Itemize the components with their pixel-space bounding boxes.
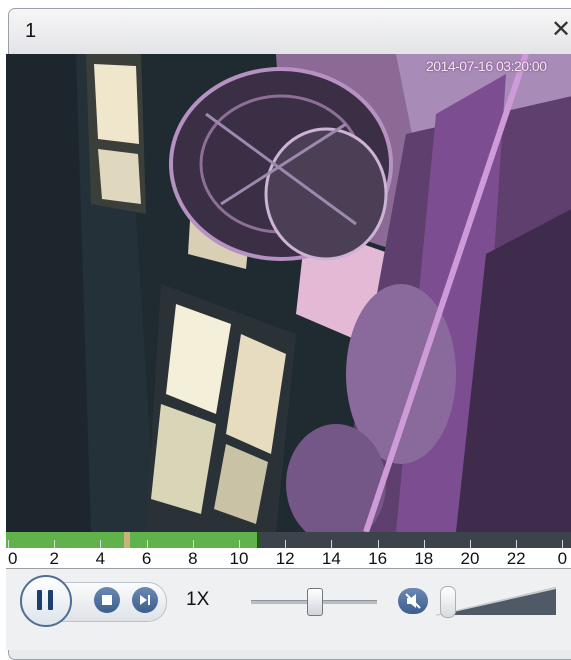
pause-icon — [37, 590, 42, 610]
timeline-tick — [192, 540, 194, 548]
stop-button[interactable] — [94, 587, 120, 613]
timeline-tick — [423, 540, 425, 548]
scale-label: 4 — [95, 549, 106, 568]
scale-label: 12 — [275, 549, 295, 568]
timeline-tick — [331, 540, 333, 548]
timeline-tick — [470, 540, 471, 548]
scale-label: 10 — [229, 549, 249, 568]
timeline-cursor[interactable] — [257, 532, 259, 548]
step-forward-button[interactable] — [132, 587, 158, 613]
timeline-tick — [285, 540, 287, 548]
speaker-icon — [405, 593, 421, 609]
volume-slider-thumb[interactable] — [440, 586, 456, 618]
volume-button[interactable] — [398, 588, 428, 614]
speed-slider-thumb[interactable] — [307, 588, 323, 616]
scale-label: 14 — [321, 549, 341, 568]
window-title: 1 — [25, 20, 37, 42]
scale-label: 18 — [414, 549, 434, 568]
timeline-marker — [123, 532, 130, 548]
timeline-tick — [100, 540, 102, 548]
pause-button[interactable] — [20, 575, 72, 627]
close-icon[interactable]: ✕ — [551, 15, 571, 43]
step-forward-icon — [140, 595, 150, 605]
timeline-tick — [146, 540, 148, 548]
timeline-scale: 0 2 4 6 8 10 12 14 16 18 20 22 0 — [6, 548, 571, 569]
scale-label: 2 — [49, 549, 59, 568]
scale-label: 0 — [8, 549, 18, 568]
timeline-tick — [8, 540, 9, 548]
scale-label: 8 — [188, 549, 198, 568]
control-panel: 1X — [6, 569, 571, 650]
speed-label: 1X — [186, 589, 210, 610]
scale-label: 6 — [141, 549, 152, 568]
scale-label: 20 — [460, 549, 480, 568]
timeline-bar[interactable] — [6, 532, 571, 548]
video-image — [6, 54, 571, 532]
timeline-tick — [516, 540, 518, 548]
volume-control — [396, 585, 556, 618]
scale-label: 0 — [557, 549, 568, 568]
pause-icon-bar — [48, 590, 53, 610]
title-bar[interactable]: 1 ✕ — [9, 9, 571, 58]
timeline-tick — [377, 540, 379, 548]
timeline-tick — [239, 540, 240, 548]
osd-timestamp: 2014-07-16 03:20:00 — [426, 58, 547, 74]
timeline-tick — [54, 540, 56, 548]
scale-label: 22 — [506, 549, 526, 568]
stop-icon — [102, 595, 112, 605]
scale-label: 16 — [368, 549, 388, 568]
video-frame[interactable]: 2014-07-16 03:20:00 — [6, 54, 571, 532]
timeline-tick — [562, 540, 564, 548]
timeline-played — [6, 532, 259, 548]
